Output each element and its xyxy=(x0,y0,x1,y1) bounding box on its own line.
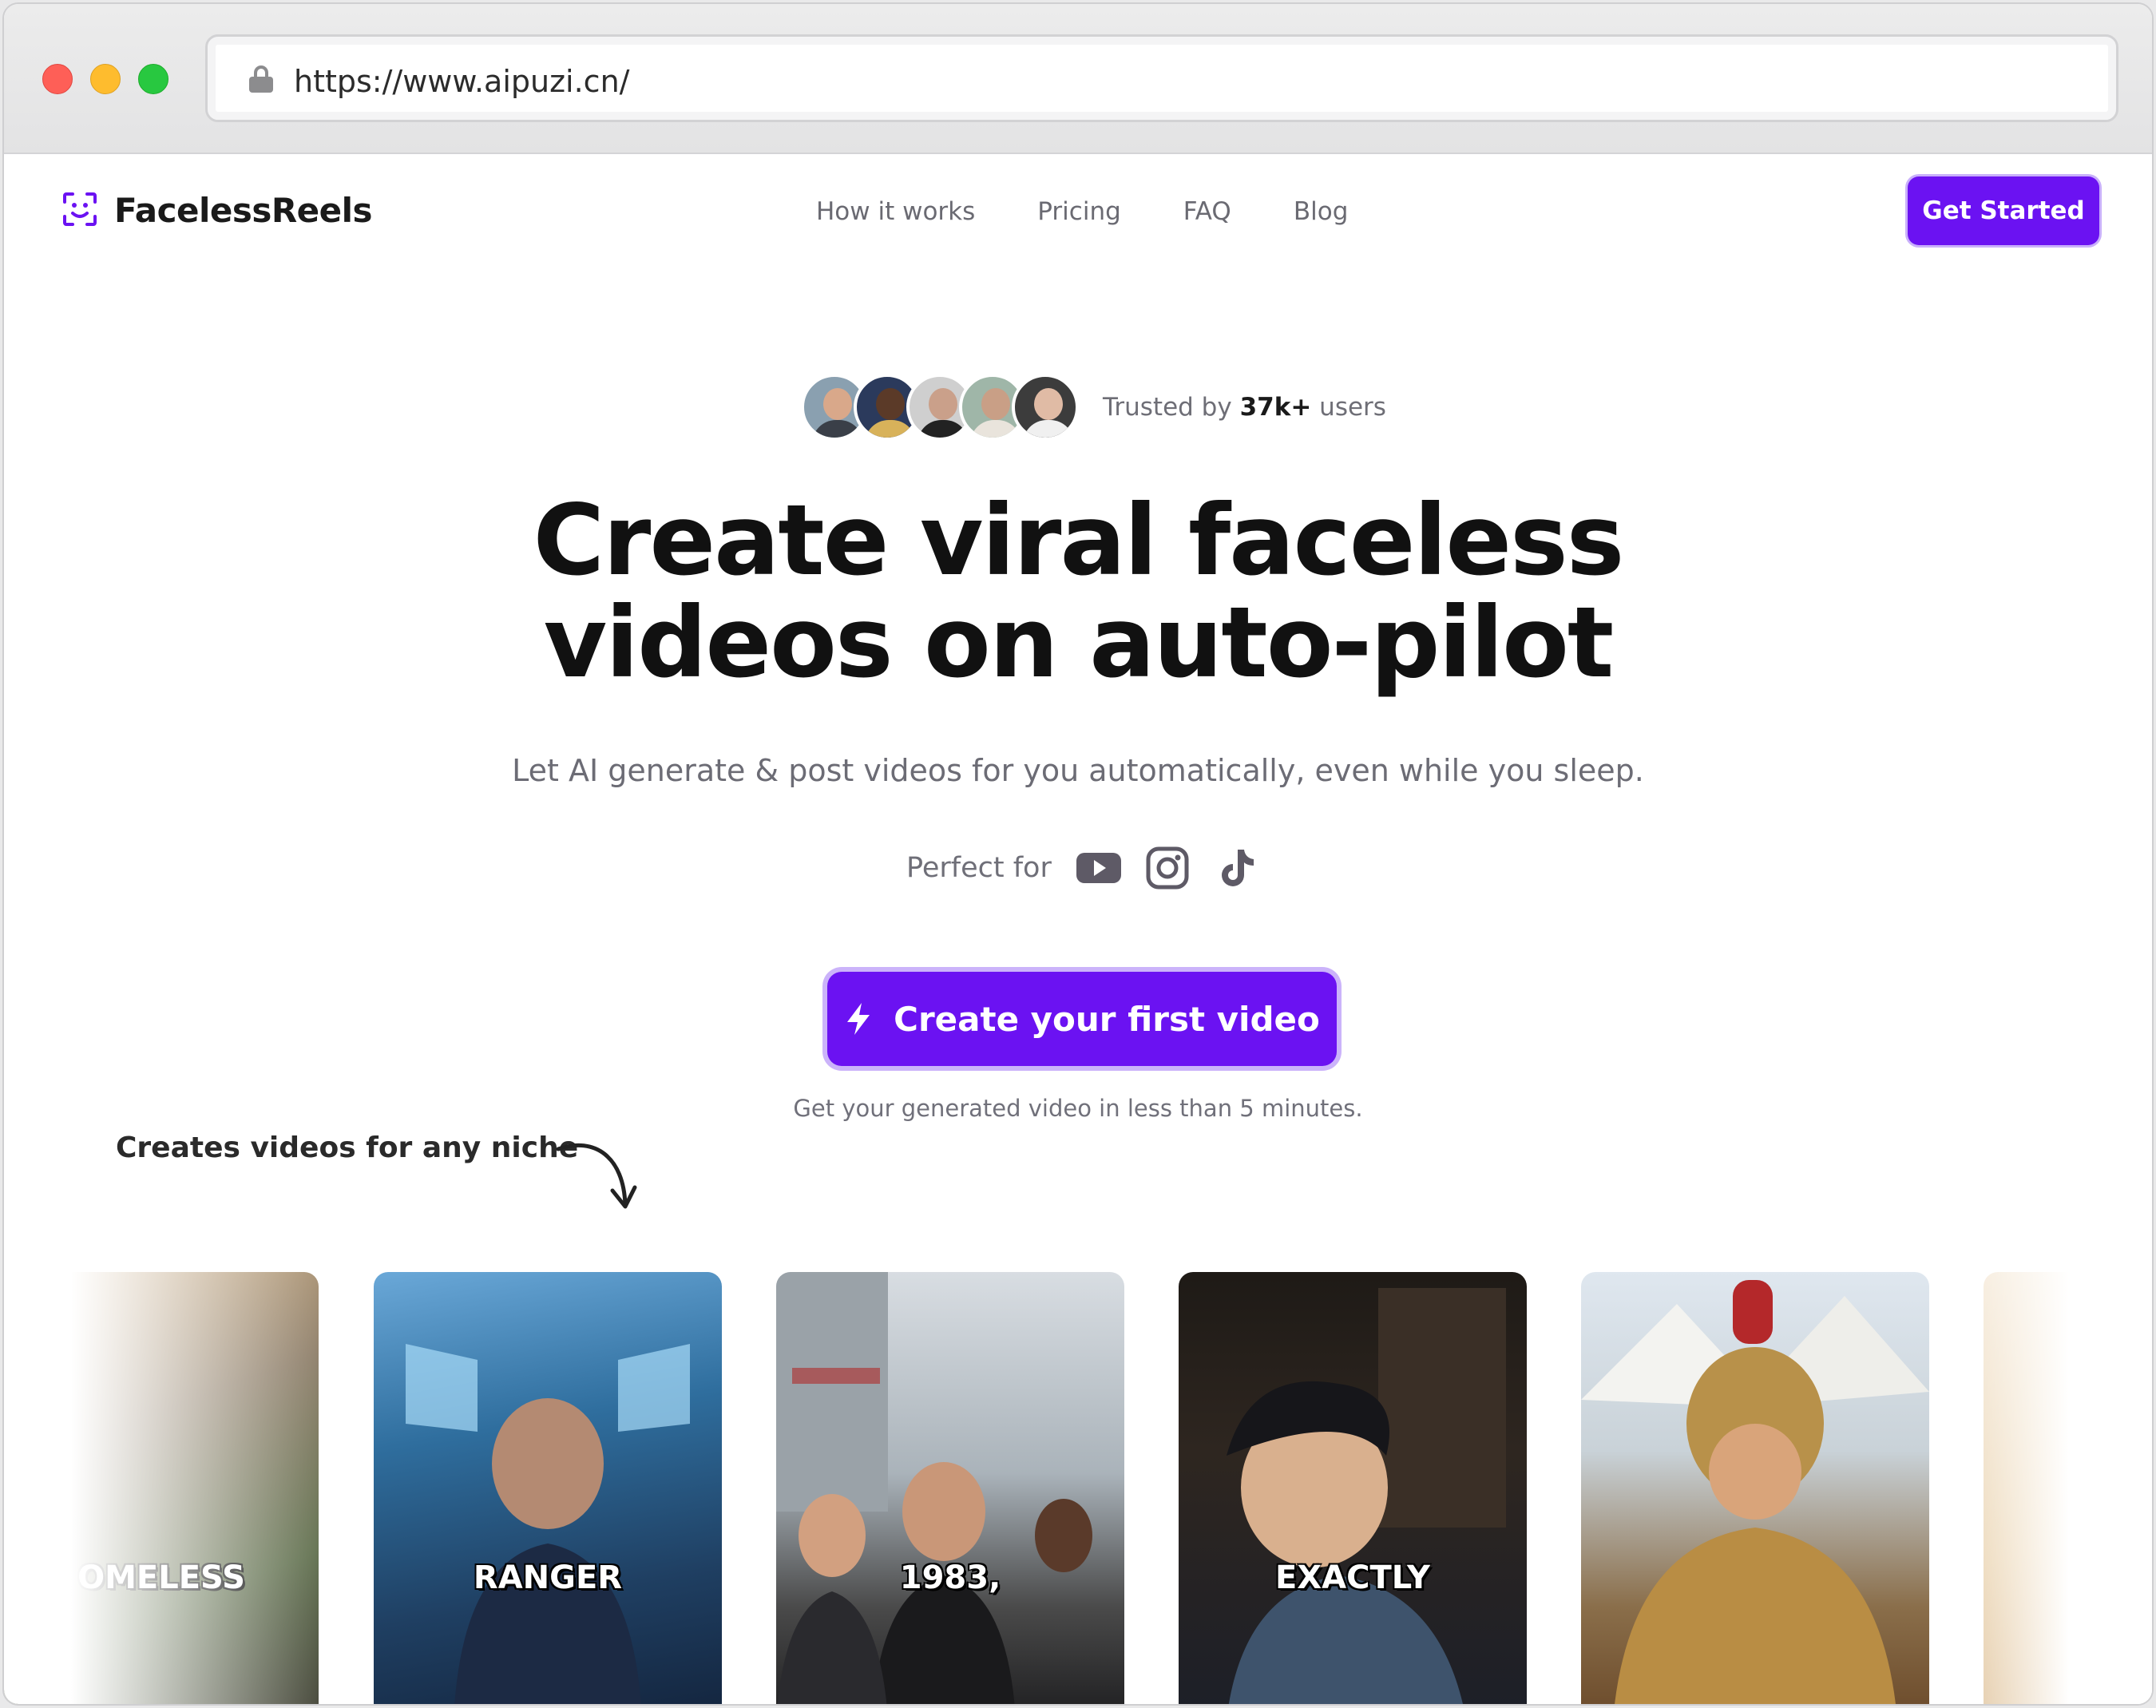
avatar xyxy=(1012,374,1079,441)
perfect-for-label: Perfect for xyxy=(906,852,1052,884)
video-card-caption: 1983, xyxy=(899,1559,1001,1596)
lock-icon xyxy=(249,65,273,93)
nav-link-faq[interactable]: FAQ xyxy=(1183,197,1231,226)
create-first-video-button[interactable]: Create your first video xyxy=(827,972,1337,1066)
trusted-by-text: Trusted by 37k+ users xyxy=(1103,393,1386,422)
nav-link-pricing[interactable]: Pricing xyxy=(1037,197,1121,226)
social-proof: Trusted by 37k+ users xyxy=(801,371,1386,443)
nav-link-blog[interactable]: Blog xyxy=(1294,197,1349,226)
video-card-exactly[interactable]: EXACTLY xyxy=(1179,1272,1527,1704)
user-avatars xyxy=(801,374,1079,441)
video-card-caption: RANGER xyxy=(473,1559,623,1596)
nav-link-how-it-works[interactable]: How it works xyxy=(816,197,975,226)
brand-name[interactable]: FacelessReels xyxy=(114,191,373,230)
create-first-video-label: Create your first video xyxy=(894,999,1320,1039)
youtube-icon xyxy=(1076,853,1121,883)
video-card-caption: OMELESS xyxy=(77,1559,245,1596)
url-text[interactable]: https://www.aipuzi.cn/ xyxy=(294,64,629,99)
top-navigation: FacelessReels How it works Pricing FAQ B… xyxy=(4,156,2152,275)
minimize-window-button[interactable] xyxy=(90,64,121,94)
video-card-caption: EXACTLY xyxy=(1275,1559,1430,1596)
lightning-icon xyxy=(847,1003,870,1035)
face-scan-logo-icon[interactable] xyxy=(61,191,98,228)
maximize-window-button[interactable] xyxy=(138,64,168,94)
supported-platforms: Perfect for xyxy=(906,844,1282,892)
browser-window: https://www.aipuzi.cn/ FacelessReels How… xyxy=(2,2,2154,1706)
get-started-button[interactable]: Get Started xyxy=(1908,176,2099,245)
nav-links: How it works Pricing FAQ Blog xyxy=(816,197,1348,226)
cta-note: Get your generated video in less than 5 … xyxy=(793,1095,1363,1122)
video-card-homeless[interactable]: OMELESS xyxy=(4,1272,319,1704)
instagram-icon xyxy=(1146,846,1189,890)
video-card-ranger[interactable]: RANGER xyxy=(374,1272,722,1704)
curved-arrow-icon xyxy=(556,1143,637,1209)
address-bar[interactable]: https://www.aipuzi.cn/ xyxy=(205,34,2118,122)
video-card-1983[interactable]: 1983, xyxy=(776,1272,1124,1704)
page-content: FacelessReels How it works Pricing FAQ B… xyxy=(4,156,2152,1704)
niche-label: Creates videos for any niche xyxy=(116,1131,579,1164)
hero-title: Create viral faceless videos on auto-pil… xyxy=(533,484,1625,699)
hero-subtitle: Let AI generate & post videos for you au… xyxy=(512,753,1644,788)
tiktok-icon xyxy=(1221,850,1254,886)
video-card-roman-soldier[interactable] xyxy=(1581,1272,1929,1704)
browser-chrome: https://www.aipuzi.cn/ xyxy=(4,4,2152,154)
close-window-button[interactable] xyxy=(42,64,73,94)
video-examples-gallery: OMELESS RANGER 1983, EXACTLY xyxy=(4,1272,2152,1704)
video-card-partial[interactable] xyxy=(1984,1272,2095,1704)
